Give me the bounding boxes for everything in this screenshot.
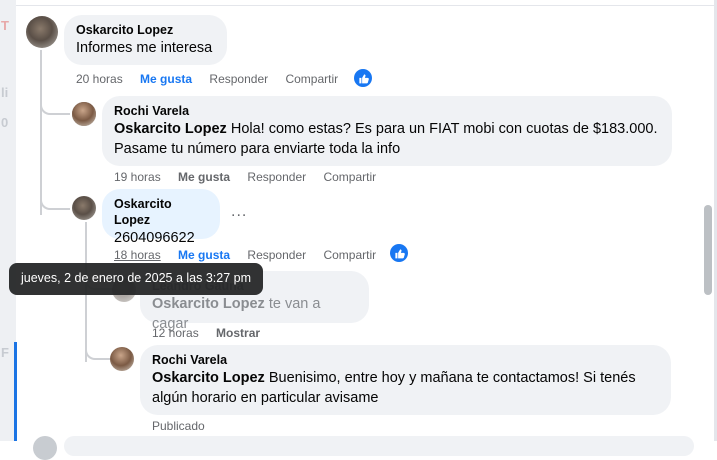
composer-avatar [33,436,57,460]
avatar[interactable] [26,16,58,48]
thread-connector [40,190,70,210]
comment-time[interactable]: Publicado [152,419,205,433]
comment-actions: 20 horas Me gusta Responder Compartir [76,72,352,86]
comment-bubble: Oskarcito Lopez Informes me interesa [64,15,227,65]
dialog-top-border [16,0,717,6]
comment-bubble: Rochi Varela Oskarcito Lopez Hola! como … [102,96,672,166]
comment-author[interactable]: Rochi Varela [114,103,660,119]
mention[interactable]: Oskarcito Lopez [152,370,265,386]
comment-author[interactable]: Oskarcito Lopez [114,196,208,228]
like-button[interactable]: Me gusta [178,248,230,262]
share-button[interactable]: Compartir [323,170,376,184]
reply-button[interactable]: Responder [247,248,306,262]
timestamp-tooltip: jueves, 2 de enero de 2025 a las 3:27 pm [9,263,264,295]
like-button[interactable]: Me gusta [140,72,192,86]
focus-accent-bar [14,342,17,441]
thumbs-up-icon [394,248,405,258]
like-reaction-icon[interactable] [390,244,408,262]
avatar[interactable] [110,347,134,371]
comment-text: Oskarcito Lopez Buenisimo, entre hoy y m… [152,370,636,406]
share-button[interactable]: Compartir [323,248,376,262]
comment-text: 2604096622 [114,230,195,246]
comment-time[interactable]: 18 horas [114,248,161,262]
scrollbar[interactable] [704,205,712,295]
comment-input[interactable] [64,436,694,456]
mention[interactable]: Oskarcito Lopez [114,121,227,137]
comment-time[interactable]: 19 horas [114,170,161,184]
comment-text: Oskarcito Lopez Hola! como estas? Es par… [114,121,658,157]
show-button[interactable]: Mostrar [216,326,260,340]
mention[interactable]: Oskarcito Lopez [152,296,265,312]
comment-time[interactable]: 12 horas [152,326,199,340]
comment-author[interactable]: Oskarcito Lopez [76,22,215,38]
comment-bubble: Rochi Varela Oskarcito Lopez Buenisimo, … [140,345,671,415]
share-button[interactable]: Compartir [285,72,338,86]
like-reaction-icon[interactable] [354,69,372,87]
comment-actions: 19 horas Me gusta Responder Compartir [114,170,390,184]
avatar[interactable] [72,196,96,220]
comment-actions: 12 horas Mostrar [152,326,274,340]
thread-connector [40,95,70,115]
comment-author[interactable]: Rochi Varela [152,352,659,368]
comment-text: Informes me interesa [76,40,213,56]
comment-actions: Publicado [152,419,219,433]
like-button[interactable]: Me gusta [178,170,230,184]
reply-button[interactable]: Responder [247,170,306,184]
more-options-icon[interactable]: ... [231,203,247,221]
thumbs-up-icon [358,73,369,83]
avatar[interactable] [72,102,96,126]
comment-actions: 18 horas Me gusta Responder Compartir [114,248,390,262]
thread-connector [85,340,113,360]
comment-time[interactable]: 20 horas [76,72,123,86]
comment-bubble: Oskarcito Lopez 2604096622 [102,189,220,246]
reply-button[interactable]: Responder [209,72,268,86]
